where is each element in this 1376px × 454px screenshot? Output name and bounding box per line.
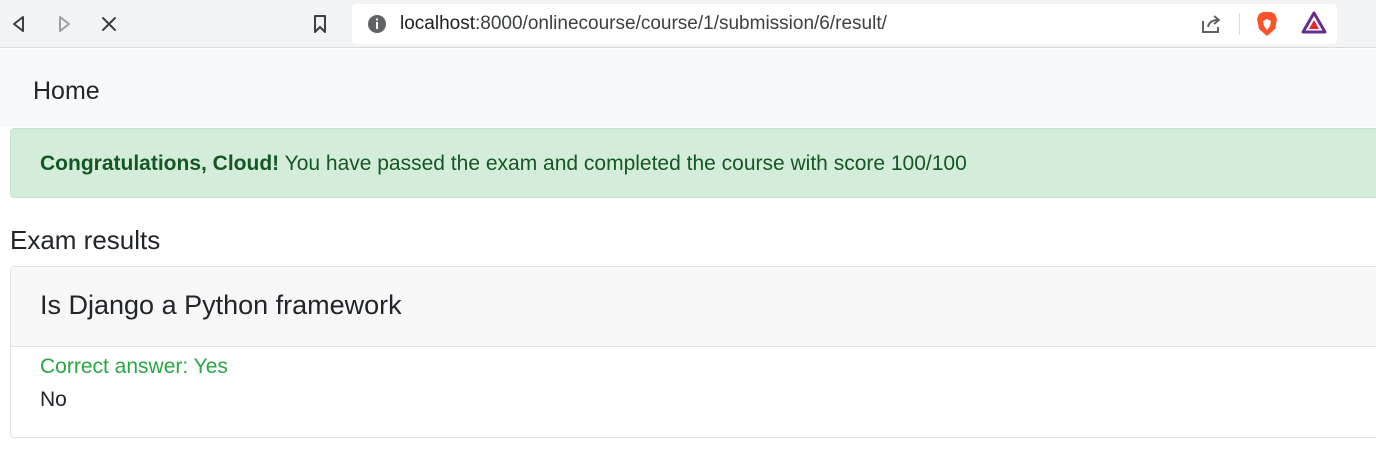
stop-button[interactable] xyxy=(96,11,122,37)
bookmark-icon xyxy=(314,15,326,33)
divider xyxy=(1239,13,1240,35)
address-bar[interactable]: localhost:8000/onlinecourse/course/1/sub… xyxy=(352,4,1337,44)
close-icon xyxy=(102,17,116,31)
home-link[interactable]: Home xyxy=(33,49,100,133)
question-card: Is Django a Python framework Correct ans… xyxy=(10,266,1376,438)
browser-toolbar: localhost:8000/onlinecourse/course/1/sub… xyxy=(0,0,1376,48)
triangle-icon[interactable] xyxy=(1301,11,1327,35)
url-path: :8000/onlinecourse/course/1/submission/6… xyxy=(475,13,887,34)
answer-choice: No xyxy=(40,388,67,411)
brave-lion-icon[interactable] xyxy=(1255,11,1279,37)
success-alert: Congratulations, Cloud! You have passed … xyxy=(10,128,1376,198)
back-button[interactable] xyxy=(6,11,32,37)
question-text: Is Django a Python framework xyxy=(40,290,402,320)
url-text[interactable]: localhost:8000/onlinecourse/course/1/sub… xyxy=(400,4,887,44)
url-host: localhost xyxy=(400,13,475,34)
card-header: Is Django a Python framework xyxy=(11,267,1376,347)
correct-answer: Correct answer: Yes xyxy=(40,355,228,378)
alert-message: Congratulations, Cloud! You have passed … xyxy=(40,129,967,199)
exam-results-heading: Exam results xyxy=(10,225,161,255)
bookmark-button[interactable] xyxy=(307,11,333,37)
share-icon[interactable] xyxy=(1200,13,1222,35)
forward-icon xyxy=(59,16,70,32)
back-icon xyxy=(13,16,24,32)
alert-congrats: Congratulations, Cloud! xyxy=(40,152,280,175)
info-icon[interactable] xyxy=(367,14,387,34)
alert-body: You have passed the exam and completed t… xyxy=(279,152,967,175)
forward-button[interactable] xyxy=(51,11,77,37)
navbar: Home xyxy=(0,49,1376,127)
